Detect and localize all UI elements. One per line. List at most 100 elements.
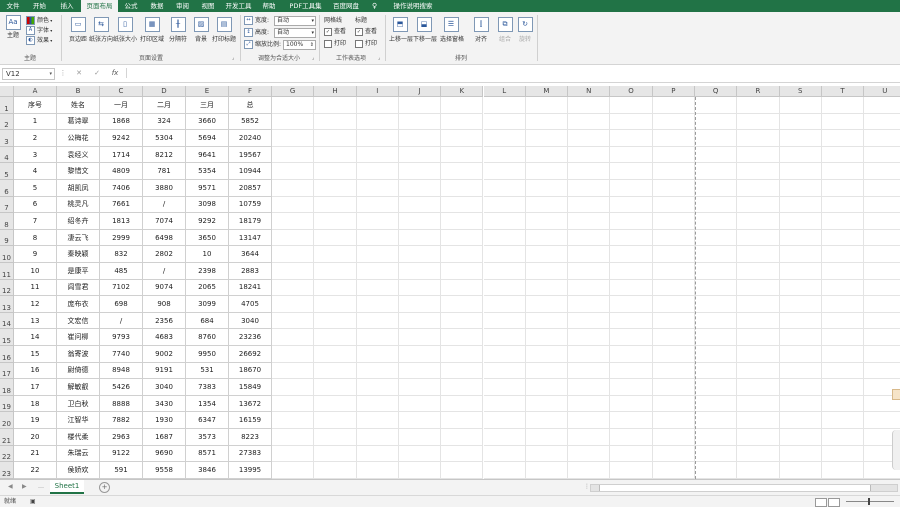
side-helper-widget[interactable] [892, 430, 900, 470]
empty-cell[interactable] [398, 113, 442, 131]
table-cell[interactable]: 7102 [100, 279, 143, 297]
empty-cell[interactable] [652, 97, 695, 114]
empty-cell[interactable] [779, 213, 822, 230]
table-cell[interactable]: 18179 [229, 213, 272, 230]
empty-cell[interactable] [568, 263, 611, 280]
empty-cell[interactable] [821, 462, 865, 479]
empty-cell[interactable] [398, 429, 442, 446]
empty-cell[interactable] [737, 246, 780, 263]
empty-cell[interactable] [821, 180, 865, 197]
empty-cell[interactable] [398, 362, 442, 380]
empty-cell[interactable] [356, 346, 399, 363]
table-cell[interactable]: 7 [14, 213, 57, 230]
sheet-tab-sheet1[interactable]: Sheet1 [50, 480, 84, 494]
bring-forward-button[interactable]: ⬒ 上移一层 [389, 17, 413, 43]
table-cell[interactable]: 5694 [186, 130, 229, 147]
empty-cell[interactable] [483, 246, 526, 263]
table-cell[interactable]: 13672 [229, 395, 272, 413]
empty-cell[interactable] [398, 213, 442, 230]
empty-cell[interactable] [525, 180, 569, 197]
empty-cell[interactable] [272, 229, 315, 247]
table-cell[interactable]: 1930 [143, 412, 186, 429]
table-cell[interactable]: 6347 [186, 412, 229, 429]
table-cell[interactable]: 卫白秋 [57, 395, 100, 413]
empty-cell[interactable] [568, 97, 611, 114]
table-cell[interactable]: 2963 [100, 429, 143, 446]
empty-cell[interactable] [821, 196, 865, 214]
empty-cell[interactable] [652, 163, 695, 180]
empty-cell[interactable] [652, 246, 695, 263]
empty-cell[interactable] [314, 462, 357, 479]
table-cell[interactable]: 7740 [100, 346, 143, 363]
empty-cell[interactable] [821, 163, 865, 180]
empty-cell[interactable] [652, 180, 695, 197]
empty-cell[interactable] [398, 163, 442, 180]
empty-cell[interactable] [695, 445, 738, 463]
print-area-button[interactable]: ▦ 打印区域 [140, 17, 164, 43]
empty-cell[interactable] [525, 213, 569, 230]
empty-cell[interactable] [483, 213, 526, 230]
width-select[interactable]: 自动 ▾ [274, 16, 316, 26]
table-cell[interactable]: 3098 [186, 196, 229, 214]
empty-cell[interactable] [779, 97, 822, 114]
empty-cell[interactable] [525, 146, 569, 164]
empty-cell[interactable] [821, 362, 865, 380]
empty-cell[interactable] [568, 329, 611, 346]
empty-cell[interactable] [779, 445, 822, 463]
table-cell[interactable]: 2999 [100, 229, 143, 247]
table-cell[interactable]: 2065 [186, 279, 229, 297]
column-header[interactable]: H [314, 86, 357, 97]
empty-cell[interactable] [652, 362, 695, 380]
table-cell[interactable]: 13147 [229, 229, 272, 247]
empty-cell[interactable] [652, 462, 695, 479]
empty-cell[interactable] [525, 113, 569, 131]
table-cell[interactable]: 秦映颖 [57, 246, 100, 263]
empty-cell[interactable] [483, 196, 526, 214]
empty-cell[interactable] [737, 213, 780, 230]
column-header[interactable]: C [100, 86, 143, 97]
empty-cell[interactable] [314, 296, 357, 313]
empty-cell[interactable] [610, 246, 653, 263]
table-cell[interactable]: 26692 [229, 346, 272, 363]
empty-cell[interactable] [314, 279, 357, 297]
empty-cell[interactable] [610, 163, 653, 180]
margins-button[interactable]: ▭ 页边距 [66, 17, 90, 43]
empty-cell[interactable] [737, 429, 780, 446]
table-cell[interactable]: 1 [14, 113, 57, 131]
empty-cell[interactable] [398, 146, 442, 164]
ribbon-tab[interactable]: 页面布局 [81, 0, 118, 12]
empty-cell[interactable] [441, 246, 484, 263]
empty-cell[interactable] [483, 163, 526, 180]
table-cell[interactable]: 9292 [186, 213, 229, 230]
empty-cell[interactable] [356, 462, 399, 479]
empty-cell[interactable] [864, 97, 900, 114]
breaks-button[interactable]: ╫ 分隔符 [166, 17, 190, 43]
header-cell[interactable]: 二月 [143, 97, 186, 114]
empty-cell[interactable] [398, 379, 442, 396]
empty-cell[interactable] [652, 379, 695, 396]
empty-cell[interactable] [441, 296, 484, 313]
table-cell[interactable]: 591 [100, 462, 143, 479]
empty-cell[interactable] [398, 180, 442, 197]
empty-cell[interactable] [779, 130, 822, 147]
table-cell[interactable]: 黎惜文 [57, 163, 100, 180]
empty-cell[interactable] [356, 163, 399, 180]
scrollbar-thumb[interactable] [599, 485, 871, 491]
empty-cell[interactable] [272, 412, 315, 429]
ribbon-tab[interactable]: 开发工具 [221, 0, 256, 12]
empty-cell[interactable] [568, 412, 611, 429]
empty-cell[interactable] [525, 379, 569, 396]
empty-cell[interactable] [272, 279, 315, 297]
row-header[interactable]: 1 [0, 97, 14, 114]
empty-cell[interactable] [652, 412, 695, 429]
table-cell[interactable]: 9690 [143, 445, 186, 463]
column-header[interactable]: Q [695, 86, 738, 97]
row-header[interactable]: 21 [0, 429, 14, 446]
table-cell[interactable]: 8 [14, 229, 57, 247]
empty-cell[interactable] [483, 346, 526, 363]
empty-cell[interactable] [441, 279, 484, 297]
table-cell[interactable]: 10 [14, 263, 57, 280]
table-cell[interactable]: 908 [143, 296, 186, 313]
empty-cell[interactable] [441, 429, 484, 446]
table-cell[interactable]: 闾雪君 [57, 279, 100, 297]
